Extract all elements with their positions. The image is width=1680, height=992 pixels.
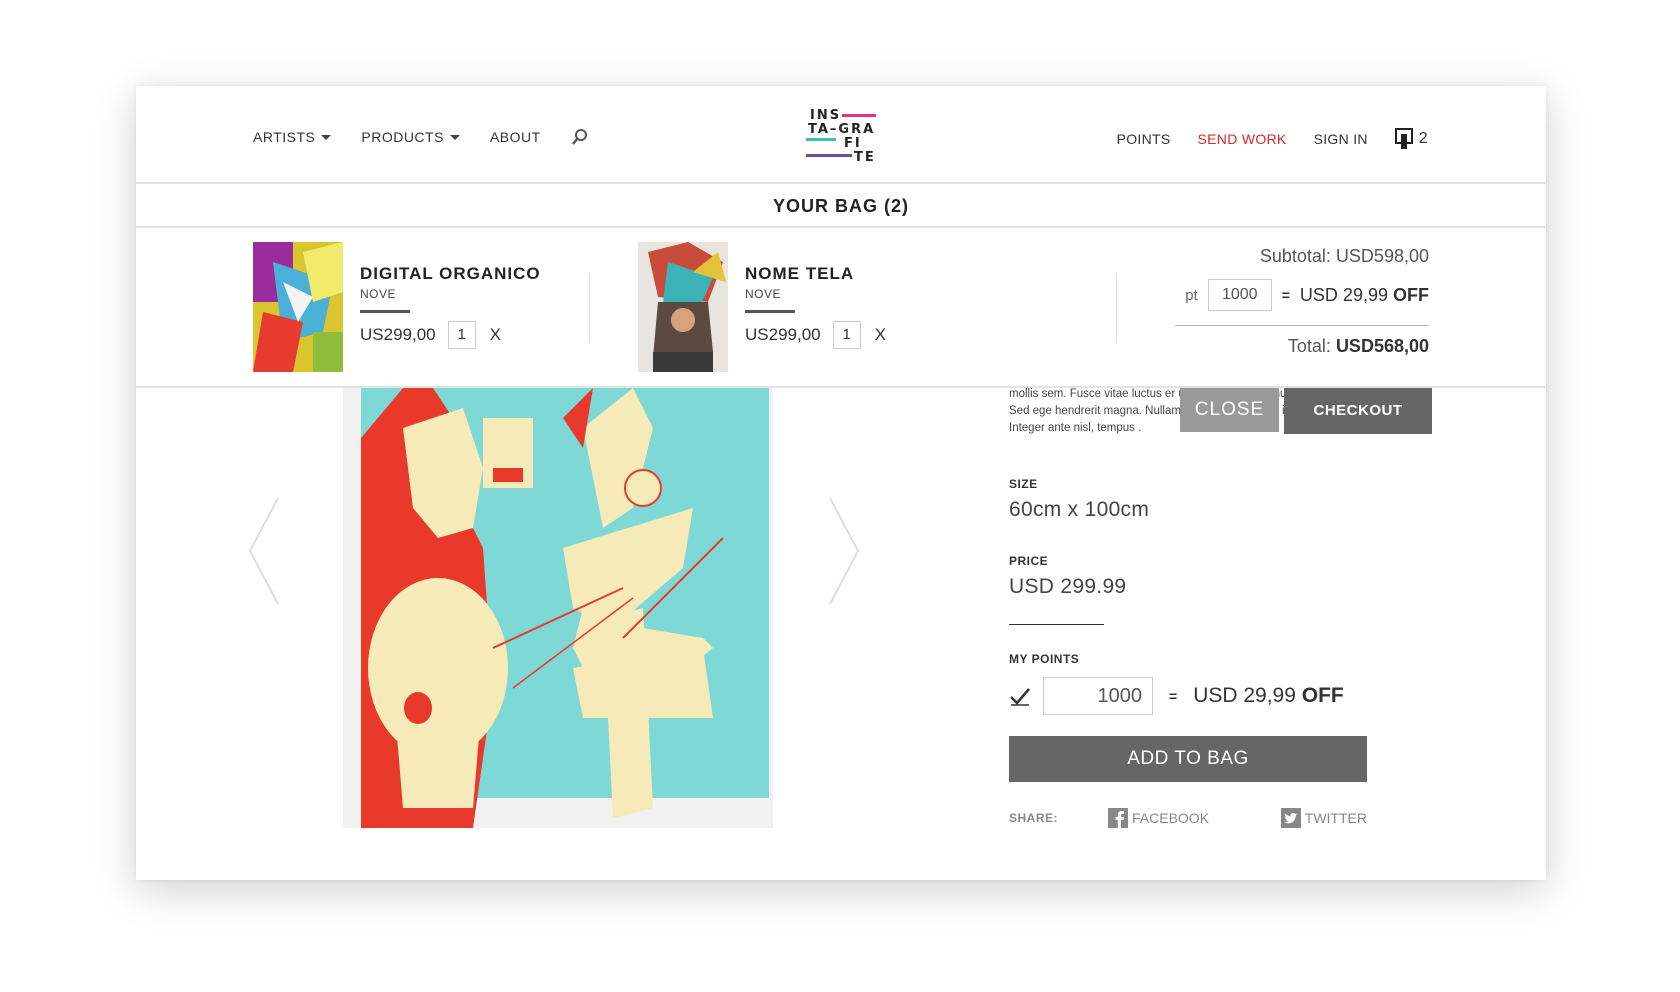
total: Total: USD568,00 (1149, 336, 1429, 357)
bag-item: DIGITAL ORGANICO NOVE US299,00 1 X (253, 242, 573, 372)
points-input[interactable]: 1000 (1207, 279, 1272, 311)
size-label: SIZE (1009, 477, 1038, 491)
remove-item-button[interactable]: X (490, 325, 501, 345)
bag-icon (1394, 128, 1413, 149)
checkmark-icon[interactable] (1009, 685, 1031, 707)
logo-text-3: FI (844, 136, 862, 151)
bag-item-artist: NOVE (360, 287, 397, 301)
bag-item-name[interactable]: NOME TELA (745, 264, 945, 284)
bag-title: YOUR BAG (2) (772, 196, 909, 216)
points-label: pt (1185, 286, 1198, 304)
bag-totals: Subtotal: USD598,00 pt 1000 = USD 29,99 … (1149, 246, 1429, 357)
divider (1175, 325, 1429, 326)
equals-sign: = (1281, 287, 1290, 303)
bag-item-price-row: US299,00 1 X (360, 321, 560, 349)
bag-item-thumbnail[interactable] (253, 242, 343, 372)
bag-item: NOME TELA NOVE US299,00 1 X (638, 242, 958, 372)
discount-text: USD 29,99 OFF (1300, 285, 1429, 306)
price-label: PRICE (1009, 554, 1049, 568)
bag-item-quantity-input[interactable]: 1 (447, 321, 476, 349)
bag-item-thumbnail[interactable] (638, 242, 728, 372)
points-discount-off: OFF (1301, 684, 1344, 707)
total-value: USD568,00 (1335, 336, 1429, 356)
logo-text-1: INS (810, 108, 842, 123)
twitter-icon (1280, 808, 1301, 828)
site-logo[interactable]: INS TA–GRA FI TE (802, 108, 882, 168)
equals-sign: = (1169, 688, 1178, 704)
bag-item-quantity-input[interactable]: 1 (832, 321, 861, 349)
search-icon[interactable] (571, 128, 589, 146)
nav-products[interactable]: PRODUCTS (361, 129, 460, 145)
divider (1116, 273, 1117, 343)
share-facebook[interactable]: FACEBOOK (1108, 808, 1209, 828)
account-nav: POINTS SEND WORK SIGN IN 2 (1117, 128, 1428, 150)
divider (589, 273, 590, 343)
nav-artists-label: ARTISTS (253, 129, 316, 145)
product-artwork (343, 388, 773, 828)
facebook-icon (1108, 808, 1129, 828)
checkout-button[interactable]: CHECKOUT (1284, 388, 1432, 434)
bag-item-price: US299,00 (745, 325, 821, 344)
app-window: ARTISTS PRODUCTS ABOUT INS TA–GRA FI TE (136, 86, 1546, 880)
nav-about[interactable]: ABOUT (490, 129, 541, 145)
subtotal: Subtotal: USD598,00 (1259, 246, 1429, 266)
bag-item-info: DIGITAL ORGANICO NOVE US299,00 1 X (360, 264, 560, 349)
discount-amount: USD 29,99 (1299, 284, 1388, 305)
bag-item-info: NOME TELA NOVE US299,00 1 X (745, 264, 945, 349)
bag-panel: DIGITAL ORGANICO NOVE US299,00 1 X NOME … (136, 228, 1546, 388)
nav-artists[interactable]: ARTISTS (253, 129, 332, 145)
size-value: 60cm x 100cm (1009, 498, 1150, 521)
close-bag-button[interactable]: CLOSE (1180, 388, 1279, 432)
logo-line-purple (806, 154, 852, 157)
share-label: SHARE: (1009, 811, 1059, 825)
divider (1009, 624, 1104, 625)
my-points-label: MY POINTS (1009, 652, 1080, 666)
price-value: USD 299.99 (1009, 575, 1127, 598)
my-points-row: 1000 = USD 29,99 OFF (1009, 677, 1344, 715)
add-to-bag-button[interactable]: ADD TO BAG (1009, 736, 1367, 782)
divider (360, 310, 410, 313)
points-discount-row: pt 1000 = USD 29,99 OFF (1149, 279, 1429, 311)
bag-button[interactable]: 2 (1394, 128, 1428, 150)
nav-sign-in[interactable]: SIGN IN (1314, 131, 1368, 147)
share-facebook-label: FACEBOOK (1132, 810, 1210, 826)
divider (745, 310, 795, 313)
logo-text-2: TA–GRA (808, 122, 876, 137)
previous-arrow-icon[interactable] (246, 496, 286, 606)
share-row: SHARE: FACEBOOK TWITTER (1009, 808, 1367, 828)
nav-products-label: PRODUCTS (361, 129, 444, 145)
logo-line-pink (842, 114, 876, 117)
my-points-input[interactable]: 1000 (1043, 677, 1153, 715)
top-header: ARTISTS PRODUCTS ABOUT INS TA–GRA FI TE (136, 86, 1546, 184)
share-twitter[interactable]: TWITTER (1280, 808, 1367, 828)
bag-item-artist: NOVE (745, 287, 782, 301)
logo-line-teal (806, 138, 836, 141)
caret-down-icon (321, 134, 332, 140)
share-twitter-label: TWITTER (1304, 810, 1367, 826)
bag-item-name[interactable]: DIGITAL ORGANICO (360, 264, 560, 284)
bag-title-bar: YOUR BAG (2) (136, 184, 1546, 228)
logo-text-4: TE (854, 150, 876, 165)
next-arrow-icon[interactable] (822, 496, 862, 606)
main-nav: ARTISTS PRODUCTS ABOUT (253, 128, 589, 146)
remove-item-button[interactable]: X (875, 325, 886, 345)
nav-points[interactable]: POINTS (1117, 131, 1171, 147)
nav-send-work[interactable]: SEND WORK (1198, 131, 1287, 147)
bag-count: 2 (1418, 130, 1428, 147)
caret-down-icon (449, 134, 460, 140)
bag-item-price: US299,00 (360, 325, 436, 344)
points-discount-amount: USD 29,99 (1193, 684, 1296, 707)
points-discount: USD 29,99 OFF (1193, 684, 1344, 708)
total-label: Total: (1287, 336, 1331, 356)
discount-off: OFF (1393, 284, 1429, 305)
bag-item-price-row: US299,00 1 X (745, 321, 945, 349)
nav-about-label: ABOUT (489, 129, 541, 145)
